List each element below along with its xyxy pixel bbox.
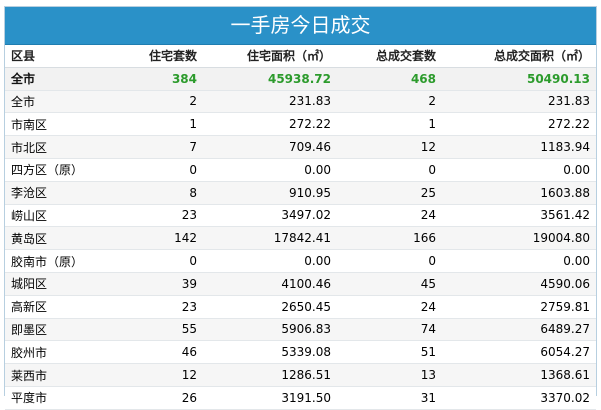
total-residential-units: 384: [115, 67, 203, 91]
total-area: 0.00: [442, 158, 596, 182]
table-row: 胶南市（原） 0 0.00 0 0.00: [5, 249, 596, 273]
table-row: 胶州市 46 5339.08 51 6054.27: [5, 340, 596, 365]
residential-units: 23: [115, 204, 203, 228]
table-row: 莱西市 12 1286.51 13 1368.61: [5, 363, 596, 387]
total-area: 1603.88: [442, 181, 596, 205]
district-name: 莱西市: [5, 363, 115, 387]
residential-units: 0: [115, 158, 203, 182]
residential-units: 26: [115, 386, 203, 410]
total-units: 0: [337, 249, 442, 273]
district-name: 全市: [5, 90, 115, 114]
header-residential-area: 住宅面积（㎡）: [203, 45, 337, 68]
district-name: 李沧区: [5, 181, 115, 205]
total-area: 3561.42: [442, 204, 596, 228]
residential-units: 12: [115, 363, 203, 387]
header-total-area: 总成交面积（㎡）: [442, 45, 596, 68]
total-area: 4590.06: [442, 272, 596, 296]
total-area: 1183.94: [442, 135, 596, 159]
residential-area: 1286.51: [203, 363, 337, 387]
total-units: 25: [337, 181, 442, 205]
total-area: 3370.02: [442, 386, 596, 410]
total-units: 51: [337, 340, 442, 365]
table-row: 市北区 7 709.46 12 1183.94: [5, 135, 596, 159]
total-units: 13: [337, 363, 442, 387]
residential-area: 4100.46: [203, 272, 337, 296]
residential-units: 2: [115, 90, 203, 114]
total-residential-area: 45938.72: [203, 67, 337, 91]
total-area: 231.83: [442, 90, 596, 114]
table-row: 崂山区 23 3497.02 24 3561.42: [5, 204, 596, 228]
residential-area: 5339.08: [203, 340, 337, 365]
residential-area: 3191.50: [203, 386, 337, 410]
total-units: 0: [337, 158, 442, 182]
total-units: 74: [337, 318, 442, 342]
total-area: 50490.13: [442, 67, 596, 91]
residential-units: 142: [115, 226, 203, 251]
table-row: 黄岛区 142 17842.41 166 19004.80: [5, 226, 596, 251]
total-units: 24: [337, 295, 442, 319]
residential-area: 2650.45: [203, 295, 337, 319]
residential-area: 231.83: [203, 90, 337, 114]
total-units: 31: [337, 386, 442, 410]
residential-area: 17842.41: [203, 226, 337, 251]
total-area: 6054.27: [442, 340, 596, 365]
new-home-sales-panel: 一手房今日成交 区县 住宅套数 住宅面积（㎡） 总成交套数 总成交面积（㎡） 全…: [4, 6, 597, 410]
district-name: 胶州市: [5, 340, 115, 365]
district-name: 崂山区: [5, 204, 115, 228]
residential-area: 0.00: [203, 158, 337, 182]
residential-units: 39: [115, 272, 203, 296]
total-units: 45: [337, 272, 442, 296]
district-name: 高新区: [5, 295, 115, 319]
total-area: 6489.27: [442, 318, 596, 342]
total-area: 1368.61: [442, 363, 596, 387]
total-units: 2: [337, 90, 442, 114]
table-row: 李沧区 8 910.95 25 1603.88: [5, 181, 596, 205]
residential-units: 55: [115, 318, 203, 342]
residential-area: 5906.83: [203, 318, 337, 342]
total-area: 2759.81: [442, 295, 596, 319]
total-area: 0.00: [442, 249, 596, 273]
residential-area: 709.46: [203, 135, 337, 159]
table-row: 市南区 1 272.22 1 272.22: [5, 112, 596, 137]
table-row: 四方区（原） 0 0.00 0 0.00: [5, 158, 596, 182]
residential-area: 0.00: [203, 249, 337, 273]
total-area: 19004.80: [442, 226, 596, 251]
residential-units: 46: [115, 340, 203, 365]
residential-area: 910.95: [203, 181, 337, 205]
total-units: 1: [337, 112, 442, 137]
total-area: 272.22: [442, 112, 596, 137]
district-name: 黄岛区: [5, 226, 115, 251]
district-name: 胶南市（原）: [5, 249, 115, 273]
table-row: 平度市 26 3191.50 31 3370.02: [5, 386, 596, 410]
district-name: 市北区: [5, 135, 115, 159]
header-total-units: 总成交套数: [337, 45, 442, 68]
table-row: 城阳区 39 4100.46 45 4590.06: [5, 272, 596, 296]
district-name: 市南区: [5, 112, 115, 137]
residential-area: 272.22: [203, 112, 337, 137]
sales-table: 区县 住宅套数 住宅面积（㎡） 总成交套数 总成交面积（㎡） 全市 384 45…: [5, 45, 596, 410]
table-total-row: 全市 384 45938.72 468 50490.13: [5, 67, 596, 91]
total-name: 全市: [5, 67, 115, 91]
total-units: 468: [337, 67, 442, 91]
residential-units: 7: [115, 135, 203, 159]
residential-units: 8: [115, 181, 203, 205]
table-header-row: 区县 住宅套数 住宅面积（㎡） 总成交套数 总成交面积（㎡）: [5, 45, 596, 68]
total-units: 166: [337, 226, 442, 251]
residential-units: 0: [115, 249, 203, 273]
total-units: 12: [337, 135, 442, 159]
district-name: 即墨区: [5, 318, 115, 342]
residential-area: 3497.02: [203, 204, 337, 228]
total-units: 24: [337, 204, 442, 228]
residential-units: 1: [115, 112, 203, 137]
district-name: 四方区（原）: [5, 158, 115, 182]
table-row: 全市 2 231.83 2 231.83: [5, 90, 596, 114]
table-row: 高新区 23 2650.45 24 2759.81: [5, 295, 596, 319]
header-residential-units: 住宅套数: [115, 45, 203, 68]
header-district: 区县: [5, 45, 115, 68]
district-name: 城阳区: [5, 272, 115, 296]
panel-title: 一手房今日成交: [5, 7, 596, 45]
table-row: 即墨区 55 5906.83 74 6489.27: [5, 318, 596, 342]
district-name: 平度市: [5, 386, 115, 410]
residential-units: 23: [115, 295, 203, 319]
